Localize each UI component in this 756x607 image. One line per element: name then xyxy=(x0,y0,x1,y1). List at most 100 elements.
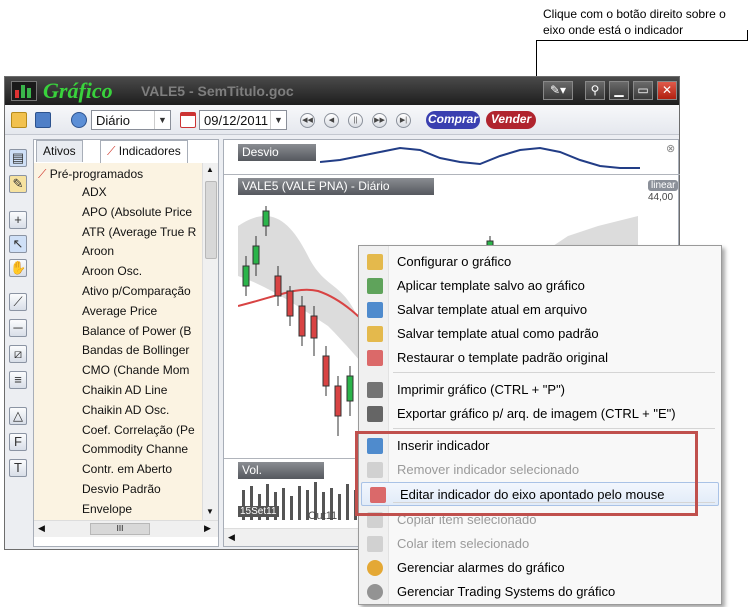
list-item-label: Chaikin AD Line xyxy=(82,383,168,397)
menu-item[interactable]: Gerenciar alarmes do gráfico xyxy=(359,556,721,580)
fibonacci-icon[interactable]: ≡ xyxy=(9,371,27,389)
list-item-label: Average Price xyxy=(82,303,158,318)
list-item-label: Bandas de Bollinger xyxy=(82,343,190,358)
fast-forward-icon[interactable]: ▶▶ xyxy=(372,113,387,128)
pause-icon[interactable]: || xyxy=(348,113,363,128)
list-item[interactable]: Aroon xyxy=(82,244,200,264)
list-item[interactable]: Contr. em Aberto xyxy=(82,462,200,482)
scroll-thumb[interactable] xyxy=(205,181,217,259)
channel-icon[interactable]: ⧄ xyxy=(9,345,27,363)
list-item[interactable]: Commodity Channe xyxy=(82,442,200,462)
list-item[interactable]: ADX xyxy=(82,185,200,205)
menu-item-label: Gerenciar alarmes do gráfico xyxy=(397,560,565,575)
pen-tool-icon[interactable]: ✎▾ xyxy=(543,81,573,100)
menu-item-label: Exportar gráfico p/ arq. de imagem (CTRL… xyxy=(397,406,676,421)
title-bar[interactable]: Gráfico VALE5 - SemTitulo.goc ✎▾ ⚲ ▁ ▭ ✕ xyxy=(5,77,679,105)
menu-item[interactable]: Gerenciar Trading Systems do gráfico xyxy=(359,580,721,604)
alarm-bell-icon xyxy=(367,560,383,576)
crosshair-icon[interactable]: + xyxy=(9,211,27,229)
menu-separator xyxy=(393,428,715,429)
std-dev-axis-label[interactable]: Desvio Padrão xyxy=(238,144,316,173)
previous-icon[interactable]: ◀ xyxy=(324,113,339,128)
list-item-label: Balance of Power (B xyxy=(82,323,192,338)
list-item-label: Aroon Osc. xyxy=(82,264,143,279)
tab-ativos-label: Ativos xyxy=(43,144,76,158)
close-axis-icon[interactable]: ⊗ xyxy=(666,142,675,155)
menu-item[interactable]: Exportar gráfico p/ arq. de imagem (CTRL… xyxy=(359,402,721,426)
formula-icon[interactable]: F xyxy=(9,433,27,451)
list-item[interactable]: Desvio Padrão xyxy=(82,482,200,502)
text-icon[interactable]: T xyxy=(9,459,27,477)
std-dev-line xyxy=(320,146,640,169)
list-section-header[interactable]: ⟋ Pré-programados xyxy=(38,167,143,182)
menu-item[interactable]: Salvar template atual como padrão xyxy=(359,322,721,346)
period-select[interactable]: Diário ▼ xyxy=(91,110,171,130)
close-button[interactable]: ✕ xyxy=(657,81,677,100)
list-item[interactable]: Chaikin AD Line xyxy=(82,383,200,403)
scale-badge[interactable]: linear xyxy=(648,180,679,191)
pin-icon[interactable]: ⚲ xyxy=(585,81,605,100)
list-item[interactable]: Bandas de Bollinger xyxy=(82,343,200,363)
volume-axis-label[interactable]: Vol. Negociado xyxy=(238,462,324,491)
hand-icon[interactable]: ✋ xyxy=(9,259,27,277)
list-item-label: Ativo p/Comparação xyxy=(82,284,191,298)
list-item[interactable]: ATR (Average True R xyxy=(82,225,200,245)
pointer-icon[interactable]: ↖ xyxy=(9,235,27,253)
sell-button[interactable]: Vender xyxy=(486,111,536,129)
callout-line-1: Clique com o botão direito sobre o xyxy=(543,7,726,21)
maximize-button[interactable]: ▭ xyxy=(633,81,653,100)
list-item[interactable]: Coef. Correlação (Pe xyxy=(82,423,200,443)
list-item[interactable]: APO (Absolute Price xyxy=(82,205,200,225)
save-disk-icon[interactable] xyxy=(35,112,51,128)
trendline-icon[interactable]: ⟋ xyxy=(9,293,27,311)
list-item-label: Commodity Channe xyxy=(82,442,189,457)
menu-item[interactable]: Restaurar o template padrão original xyxy=(359,346,721,370)
notes-icon[interactable]: ✎ xyxy=(9,175,27,193)
list-scrollbar-horizontal[interactable]: ◀ III ▶ xyxy=(34,520,218,537)
menu-item[interactable]: Aplicar template salvo ao gráfico xyxy=(359,274,721,298)
date-start-label: 15Set11 xyxy=(238,506,279,517)
list-item[interactable]: Envelope xyxy=(82,502,200,520)
hscroll-grip: III xyxy=(116,524,124,533)
list-item[interactable]: Balance of Power (B xyxy=(82,324,200,344)
price-axis-label[interactable]: VALE5 (VALE PNA) - Diário xyxy=(238,178,434,195)
menu-item-label: Salvar template atual em arquivo xyxy=(397,302,588,317)
highlight-box xyxy=(355,431,698,516)
scroll-up-icon[interactable]: ▲ xyxy=(206,165,214,174)
list-item-label: ATR (Average True R xyxy=(82,224,197,239)
layout-icon[interactable]: ▤ xyxy=(9,149,27,167)
hscroll-thumb[interactable]: III xyxy=(90,523,150,535)
first-icon[interactable]: ◀◀ xyxy=(300,113,315,128)
list-item[interactable]: Aroon Osc. xyxy=(82,264,200,284)
scroll-left-icon[interactable]: ◀ xyxy=(38,523,45,534)
menu-item[interactable]: Imprimir gráfico (CTRL + "P") xyxy=(359,378,721,402)
date-field[interactable]: 09/12/2011 ▼ xyxy=(199,110,287,130)
open-folder-icon[interactable] xyxy=(11,112,27,128)
date-tick-label: Out11 xyxy=(308,510,338,522)
menu-item[interactable]: Salvar template atual em arquivo xyxy=(359,298,721,322)
minimize-button[interactable]: ▁ xyxy=(609,81,629,100)
list-item[interactable]: Average Price xyxy=(82,304,200,324)
chart-scrollbar[interactable]: ◀ xyxy=(224,528,364,546)
apply-template-icon xyxy=(367,278,383,294)
callout-leader-horizontal xyxy=(536,40,748,41)
calendar-icon[interactable] xyxy=(180,112,196,128)
menu-item[interactable]: Configurar o gráfico xyxy=(359,250,721,274)
buy-button[interactable]: Comprar xyxy=(426,111,480,129)
list-scrollbar-vertical[interactable]: ▲ ▼ xyxy=(202,163,218,520)
list-item[interactable]: Ativo p/Comparação xyxy=(82,284,200,304)
scroll-right-icon[interactable]: ▶ xyxy=(204,523,211,534)
last-icon[interactable]: ▶| xyxy=(396,113,411,128)
tab-indicadores[interactable]: ⟋ Indicadores xyxy=(100,140,188,163)
tab-ativos[interactable]: Ativos xyxy=(36,140,83,162)
list-item-label: CMO (Chande Mom xyxy=(82,363,190,378)
chart-config-icon xyxy=(367,254,383,270)
date-value: 09/12/2011 xyxy=(204,113,269,128)
scroll-left-icon[interactable]: ◀ xyxy=(228,532,235,543)
scroll-down-icon[interactable]: ▼ xyxy=(206,507,214,516)
shape-icon[interactable]: △ xyxy=(9,407,27,425)
list-item[interactable]: Chaikin AD Osc. xyxy=(82,403,200,423)
horizontal-line-icon[interactable]: ─ xyxy=(9,319,27,337)
list-item[interactable]: CMO (Chande Mom xyxy=(82,363,200,383)
gear-icon xyxy=(367,584,383,600)
